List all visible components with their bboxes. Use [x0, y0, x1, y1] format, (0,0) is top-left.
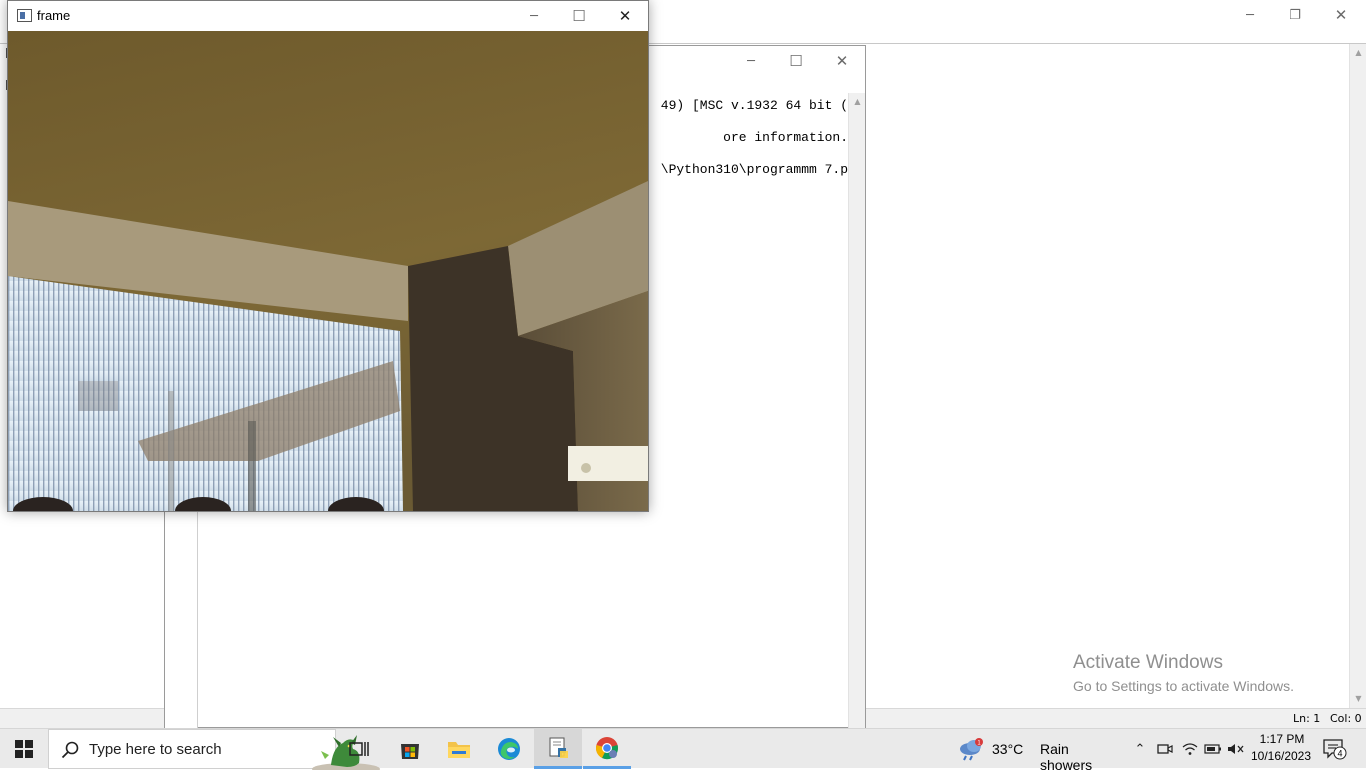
weather-widget[interactable]: 1 33°C Rain showers — [956, 729, 1121, 773]
background-restore-button[interactable]: ❐ — [1272, 0, 1318, 30]
task-view-icon — [349, 742, 369, 756]
weather-description: Rain showers — [1040, 741, 1093, 773]
chevron-up-icon: ⌃ — [1134, 741, 1146, 757]
battery-button[interactable] — [1203, 739, 1223, 759]
text-fragment — [6, 80, 10, 90]
volume-button[interactable] — [1226, 739, 1246, 759]
notification-icon: 4 — [1323, 739, 1347, 760]
shell-vertical-scrollbar[interactable]: ▲ — [848, 93, 865, 729]
wifi-icon — [1182, 743, 1198, 755]
shell-minimize-button[interactable]: ─ — [728, 46, 774, 76]
frame-window-title: frame — [37, 8, 71, 23]
frame-minimize-button[interactable]: ─ — [511, 1, 557, 31]
status-column-number: Col: 0 — [1330, 712, 1362, 725]
search-icon — [61, 741, 79, 759]
scroll-up-arrow-icon[interactable]: ▲ — [849, 95, 866, 109]
edge-button[interactable] — [485, 729, 533, 769]
file-explorer-icon — [448, 742, 470, 758]
watermark-subtitle: Go to Settings to activate Windows. — [1073, 678, 1294, 694]
activate-windows-watermark: Activate Windows Go to Settings to activ… — [1073, 652, 1294, 694]
microsoft-store-icon — [401, 744, 419, 759]
frame-maximize-button[interactable]: ☐ — [556, 1, 602, 31]
show-hidden-icons-button[interactable]: ⌃ — [1130, 739, 1150, 759]
watermark-title: Activate Windows — [1073, 652, 1223, 673]
status-line-number: Ln: 1 — [1293, 712, 1321, 725]
chrome-icon — [596, 736, 618, 759]
battery-icon — [1204, 744, 1221, 754]
edge-icon — [498, 738, 520, 760]
notification-count: 4 — [1337, 749, 1342, 759]
shell-maximize-button[interactable]: ☐ — [773, 46, 819, 76]
python-idle-icon — [549, 737, 568, 758]
frame-window[interactable]: frame ─ ☐ ✕ — [7, 0, 649, 512]
windows-logo-icon — [15, 740, 33, 758]
frame-close-button[interactable]: ✕ — [602, 1, 648, 31]
weather-temperature: 33°C — [992, 741, 1024, 757]
background-close-button[interactable]: ✕ — [1318, 0, 1364, 30]
search-placeholder: Type here to search — [89, 741, 222, 758]
camera-scene-image — [8, 31, 648, 511]
text-fragment — [6, 48, 10, 58]
file-explorer-button[interactable] — [435, 729, 483, 769]
scroll-up-arrow-icon[interactable]: ▲ — [1350, 46, 1366, 60]
network-button[interactable] — [1180, 739, 1200, 759]
action-center-button[interactable]: 4 — [1322, 737, 1348, 761]
taskbar-clock-time[interactable]: 1:17 PM — [1252, 732, 1312, 746]
camera-icon — [1157, 744, 1173, 754]
taskbar-search-box[interactable]: Type here to search — [48, 729, 380, 770]
window-app-icon — [17, 9, 32, 22]
taskbar-clock-date[interactable]: 10/16/2023 — [1248, 749, 1314, 763]
python-idle-button[interactable] — [534, 729, 582, 769]
shell-close-button[interactable]: ✕ — [819, 46, 865, 76]
frame-titlebar[interactable]: frame ─ ☐ ✕ — [8, 1, 648, 31]
microsoft-store-button[interactable] — [386, 729, 434, 769]
camera-frame-image — [8, 31, 648, 511]
scroll-down-arrow-icon[interactable]: ▼ — [1350, 692, 1366, 706]
start-button[interactable] — [0, 729, 48, 769]
chrome-button[interactable] — [583, 729, 631, 769]
rain-cloud-icon: 1 — [960, 738, 983, 761]
meet-now-button[interactable] — [1155, 739, 1175, 759]
background-vertical-scrollbar[interactable]: ▲ ▼ — [1349, 44, 1366, 708]
task-view-button[interactable] — [336, 729, 384, 769]
taskbar: Type here to search 1 33°C Rain showers … — [0, 728, 1366, 773]
volume-muted-icon — [1228, 744, 1244, 754]
background-minimize-button[interactable]: ─ — [1227, 0, 1273, 30]
